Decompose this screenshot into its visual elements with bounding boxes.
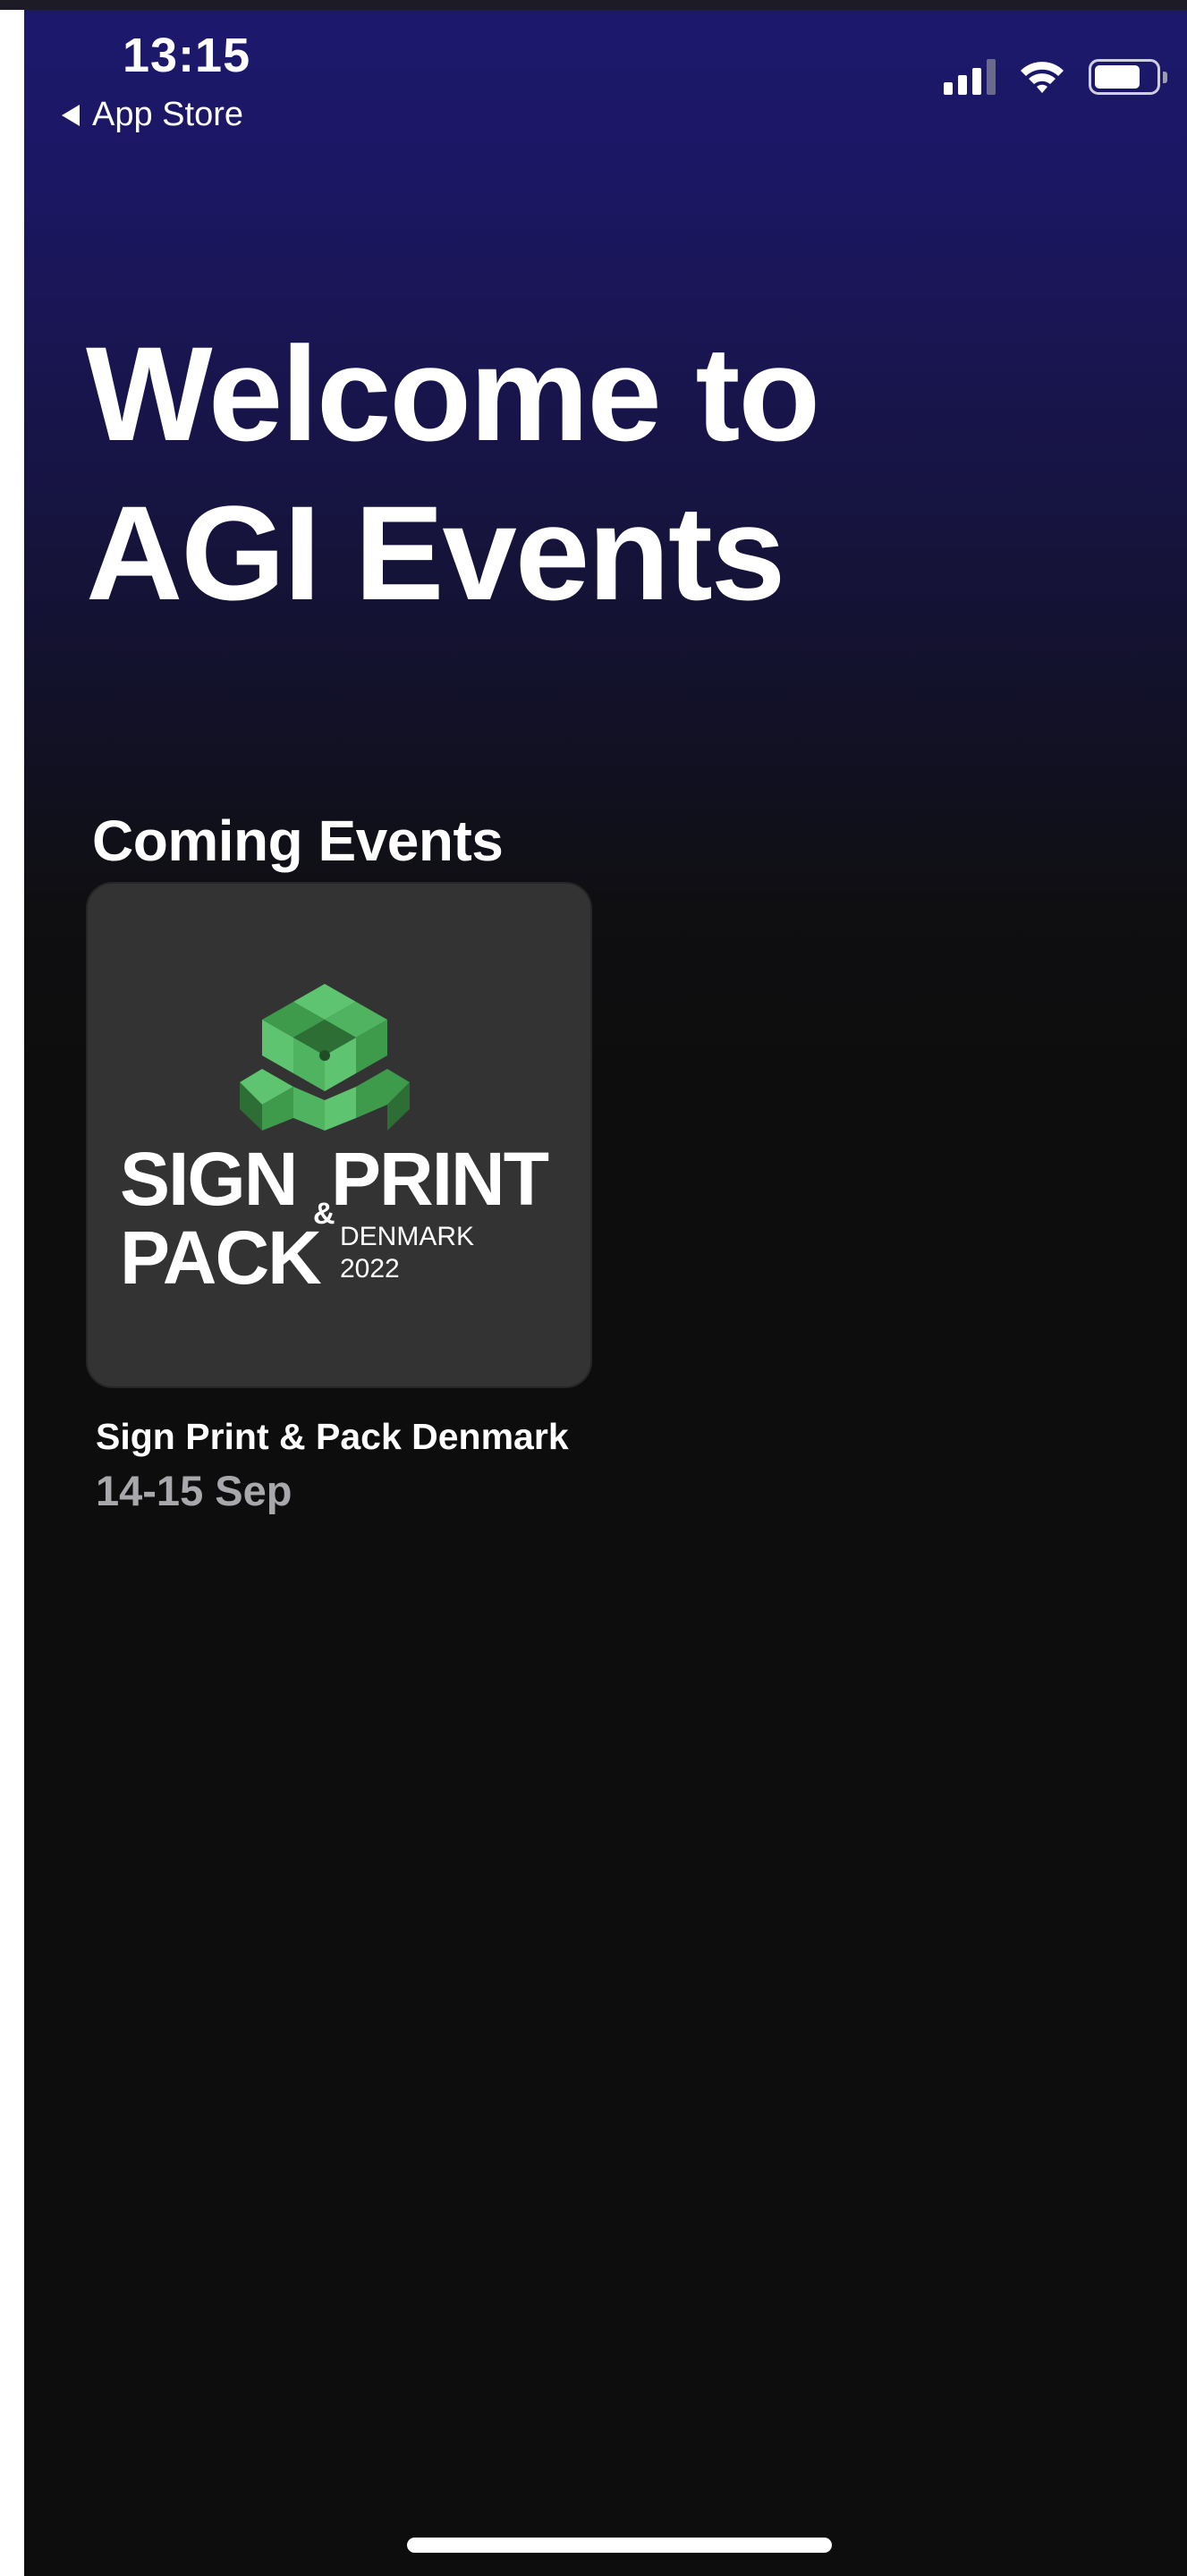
welcome-title: Welcome to AGI Events xyxy=(86,314,1070,632)
top-edge xyxy=(0,0,1187,10)
back-arrow-icon xyxy=(62,104,80,126)
app-screen: 13:15 App Store Welcome to AGI Events Co… xyxy=(24,10,1187,2576)
battery-icon xyxy=(1089,59,1167,95)
cube-logo-icon xyxy=(240,984,410,1131)
logo-word-pack: PACK xyxy=(120,1216,322,1300)
event-date: 14-15 Sep xyxy=(96,1467,293,1514)
status-icons xyxy=(944,58,1167,96)
battery-cap xyxy=(1163,72,1167,83)
logo-word-sign: SIGN xyxy=(120,1137,298,1221)
back-to-app-store-button[interactable]: App Store xyxy=(62,96,243,134)
cellular-signal-icon xyxy=(944,59,996,95)
event-card-sign-print-pack[interactable]: SIGN PRINT & PACK DENMARK 2022 xyxy=(86,882,592,1388)
welcome-line-2: AGI Events xyxy=(86,478,785,628)
home-indicator[interactable] xyxy=(407,2538,832,2553)
battery-fill xyxy=(1095,65,1140,89)
welcome-line-1: Welcome to xyxy=(86,318,820,469)
coming-events-title: Coming Events xyxy=(92,809,504,873)
logo-year: 2022 xyxy=(340,1254,400,1284)
back-label: App Store xyxy=(92,96,243,133)
logo-country: DENMARK xyxy=(340,1222,475,1251)
logo-word-print: PRINT xyxy=(331,1137,549,1221)
event-name[interactable]: Sign Print & Pack Denmark xyxy=(96,1416,569,1458)
wifi-icon xyxy=(1021,62,1064,93)
status-time: 13:15 xyxy=(123,29,251,82)
